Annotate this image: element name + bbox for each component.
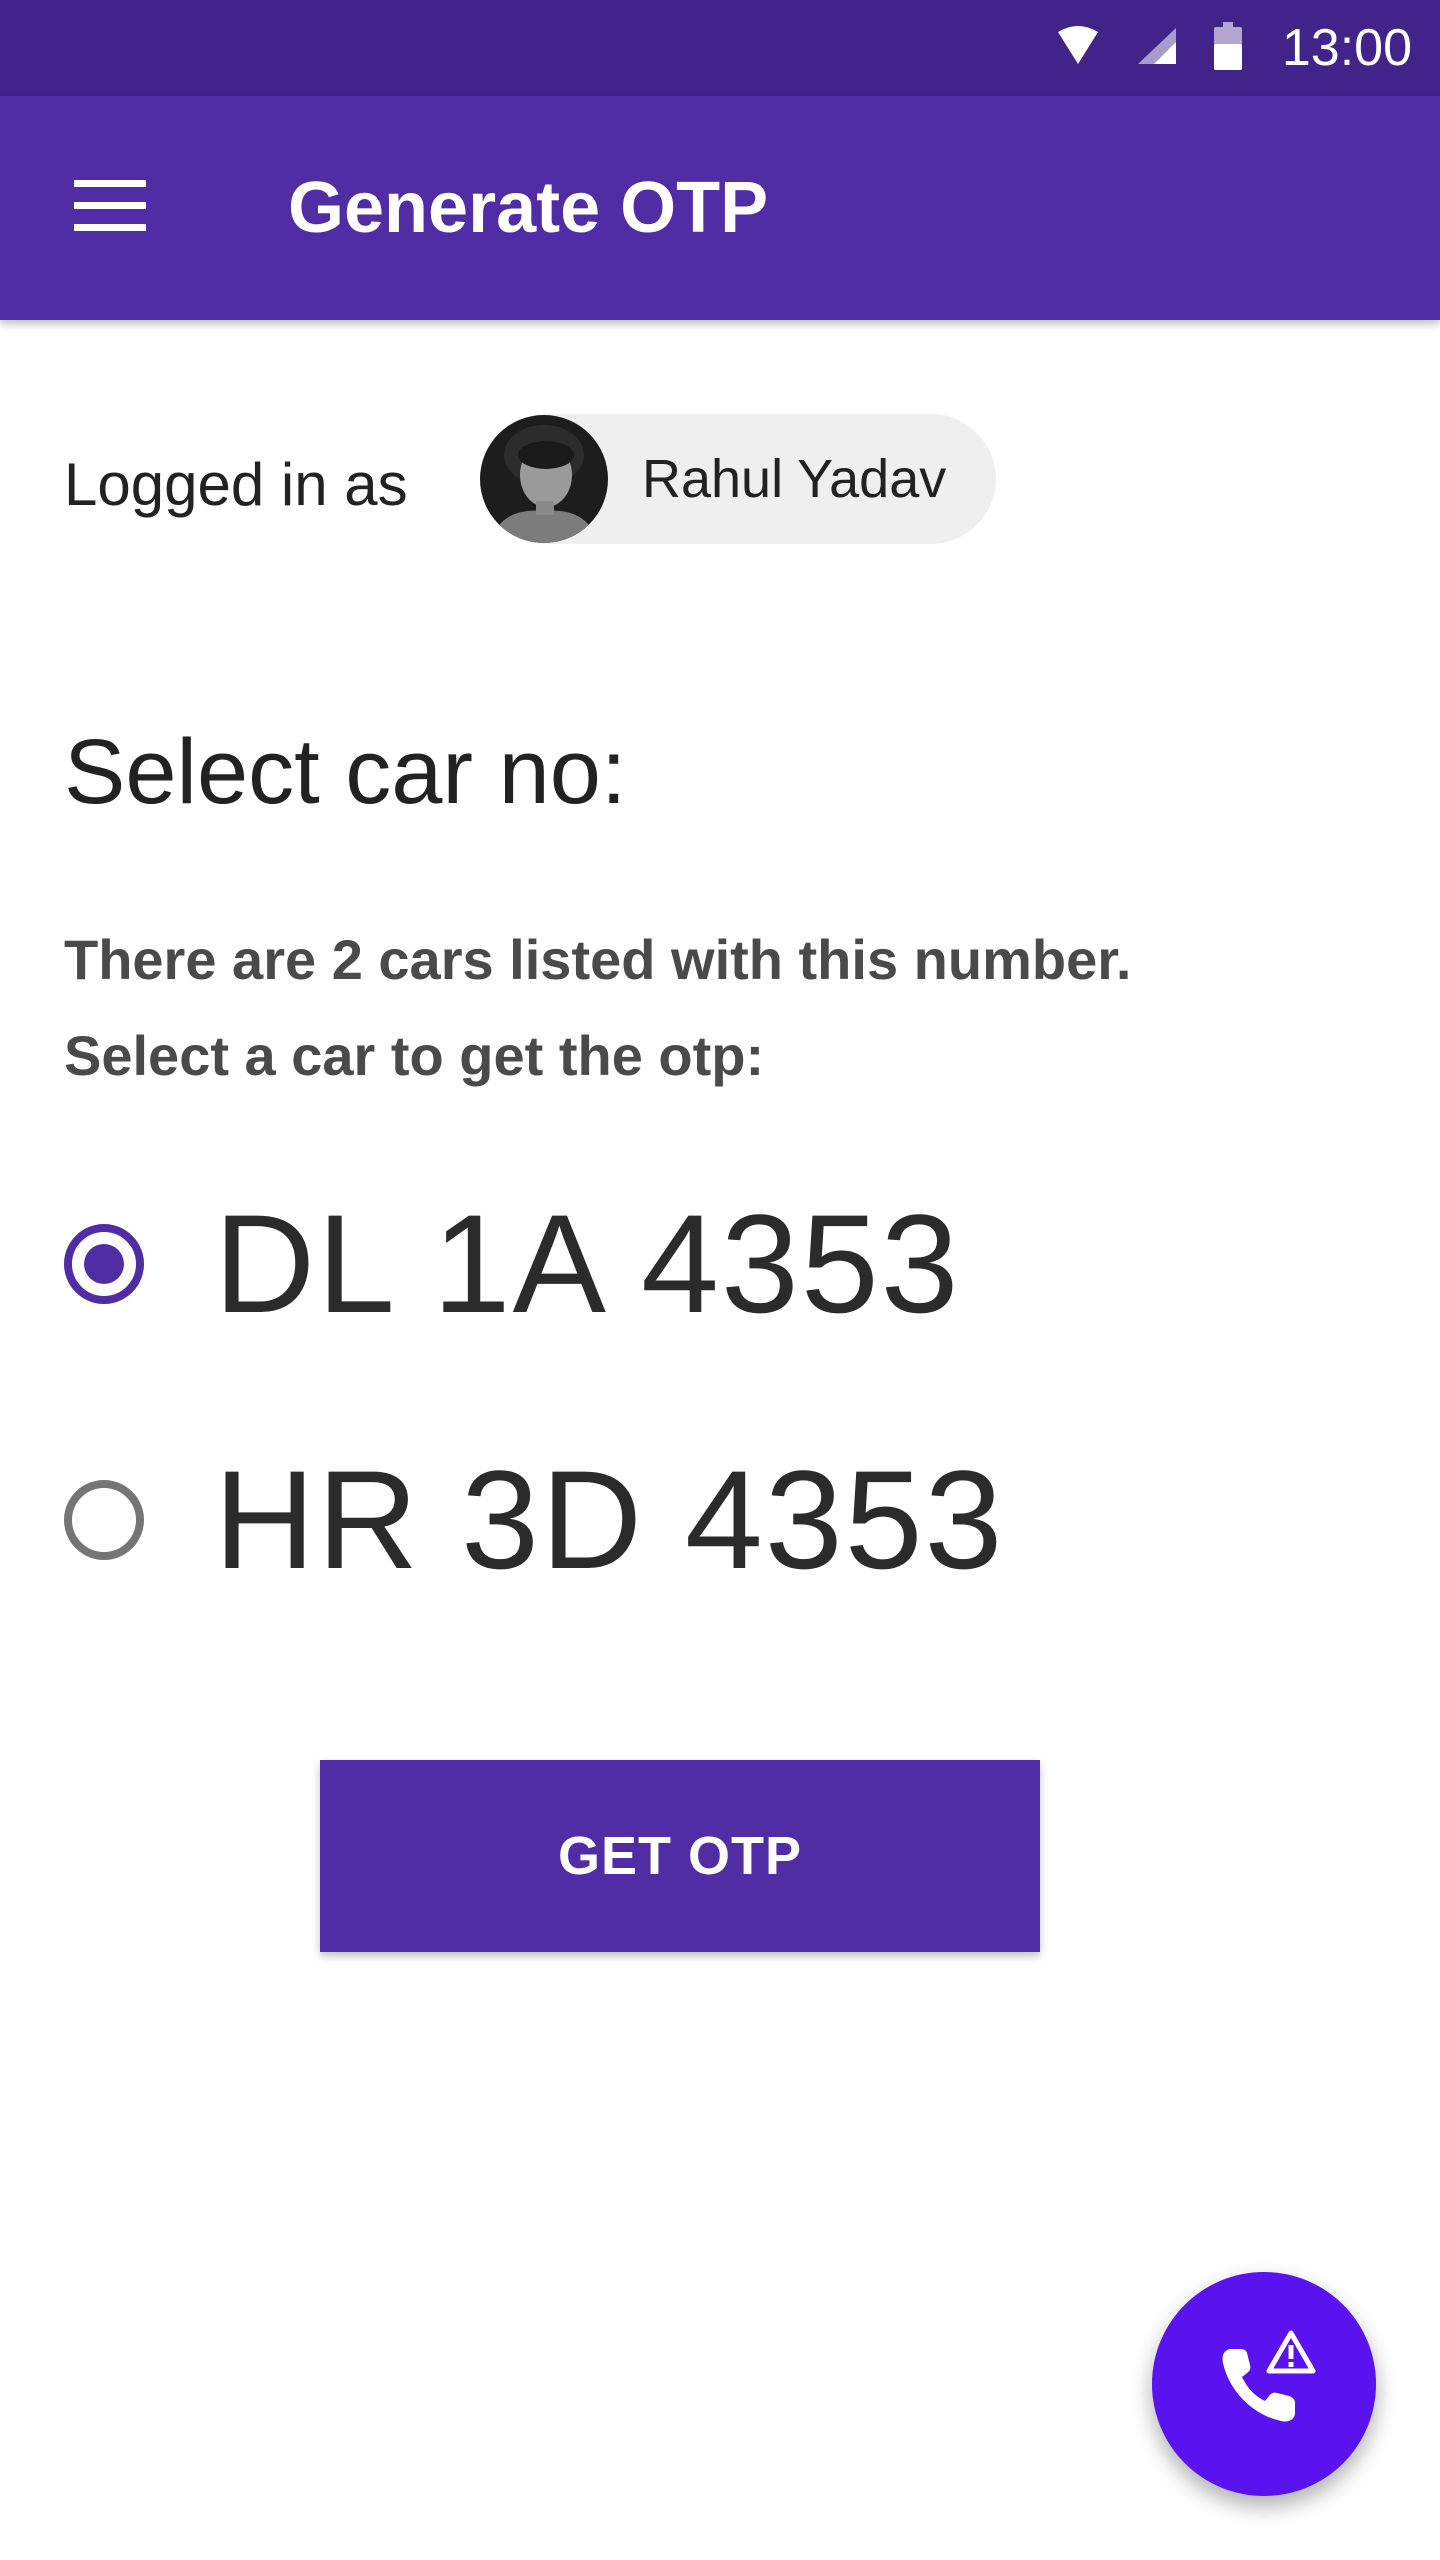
user-chip[interactable]: Rahul Yadav [480, 414, 996, 544]
radio-dot [84, 1244, 124, 1284]
user-name: Rahul Yadav [642, 449, 947, 509]
logged-in-label: Logged in as [64, 451, 408, 518]
emergency-call-fab[interactable] [1152, 2272, 1376, 2496]
hamburger-menu-button[interactable] [58, 160, 162, 256]
get-otp-button[interactable]: GET OTP [320, 1760, 1040, 1952]
battery-icon [1213, 22, 1242, 74]
radio-button-checked[interactable] [64, 1224, 144, 1304]
section-title: Select car no: [64, 721, 627, 823]
phone-alert-icon [1209, 2327, 1319, 2441]
status-bar: 13:00 [0, 0, 1440, 96]
description-line-2: Select a car to get the otp: [64, 1024, 765, 1087]
status-time: 13:00 [1281, 19, 1412, 77]
description-line-1: There are 2 cars listed with this number… [64, 928, 1132, 991]
car-option-label: DL 1A 4353 [214, 1185, 961, 1342]
car-option-label: HR 3D 4353 [214, 1441, 1005, 1598]
car-option-hr[interactable]: HR 3D 4353 [64, 1440, 1004, 1600]
signal-icon [1136, 26, 1178, 70]
app-bar: Generate OTP [0, 96, 1440, 320]
hamburger-menu-icon [74, 178, 146, 238]
wifi-icon [1056, 26, 1100, 70]
page-title: Generate OTP [288, 168, 769, 248]
selection-description: There are 2 cars listed with this number… [64, 912, 1364, 1104]
status-icons: 13:00 [1056, 18, 1412, 78]
avatar [480, 415, 608, 543]
car-option-dl[interactable]: DL 1A 4353 [64, 1184, 961, 1344]
radio-button-unchecked[interactable] [64, 1480, 144, 1560]
